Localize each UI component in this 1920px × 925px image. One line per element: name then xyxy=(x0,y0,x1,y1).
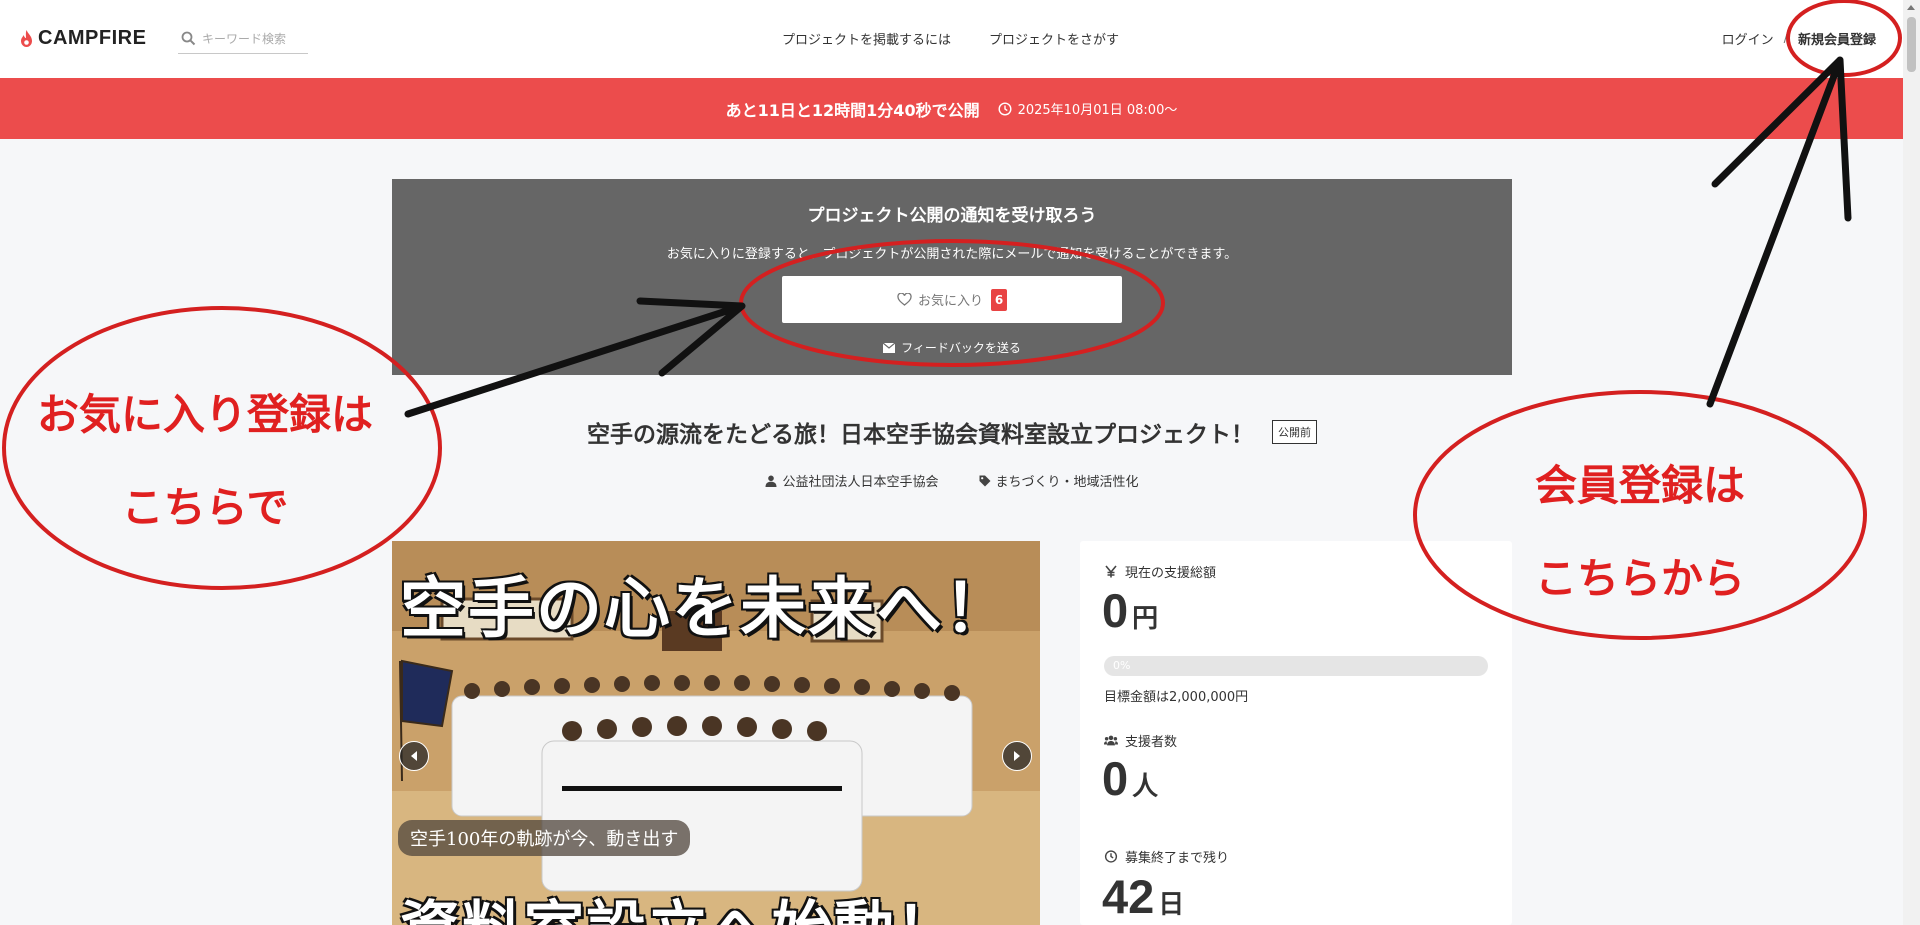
notify-description: お気に入りに登録すると、プロジェクトが公開された際にメールで通知を受けることがで… xyxy=(666,247,1238,262)
progress-percent: 0% xyxy=(1113,659,1131,672)
member-note-line2: こちらから xyxy=(1534,554,1745,603)
remaining-label: 募集終了まで残り xyxy=(1104,847,1229,866)
login-link[interactable]: ログイン xyxy=(1722,29,1774,48)
auth-links: ログイン / 新規会員登録 xyxy=(1722,29,1876,48)
project-title: 空手の源流をたどる旅！日本空手協会資料室設立プロジェクト！ xyxy=(587,422,1254,448)
favorite-count-badge: 6 xyxy=(991,288,1007,311)
category-link[interactable]: まちづくり・地域活性化 xyxy=(979,471,1139,490)
scroll-thumb[interactable] xyxy=(1907,17,1916,72)
project-meta: 公益社団法人日本空手協会 まちづくり・地域活性化 xyxy=(392,471,1512,490)
funding-stats-panel: 現在の支援総額 0 円 0% 目標金額は2,000,000円 支援者数 0 人 … xyxy=(1080,541,1512,925)
favorite-note-line1: お気に入り登録は xyxy=(36,390,373,439)
favorite-note-ellipse xyxy=(2,306,442,590)
project-image-carousel[interactable]: 空手の心を未来へ！ 空手100年の軌跡が今、動き出す 資料室設立へ始動！ xyxy=(392,541,1040,925)
progress-bar: 0% xyxy=(1104,656,1488,676)
search-input[interactable] xyxy=(202,31,307,46)
page-scrollbar[interactable] xyxy=(1903,0,1920,925)
owner-link[interactable]: 公益社団法人日本空手協会 xyxy=(765,471,939,490)
favorite-label: お気に入り xyxy=(917,294,983,309)
campfire-logo[interactable]: CAMPFIRE xyxy=(19,27,146,50)
countdown-text: あと11日と12時間1分40秒で公開 xyxy=(725,100,980,120)
user-icon xyxy=(765,475,777,487)
owner-name: 公益社団法人日本空手協会 xyxy=(782,475,939,490)
signup-link[interactable]: 新規会員登録 xyxy=(1798,29,1876,48)
project-title-row: 空手の源流をたどる旅！日本空手協会資料室設立プロジェクト！ 公開前 xyxy=(392,415,1512,449)
category-name: まちづくり・地域活性化 xyxy=(995,475,1139,490)
favorite-note-line2: こちらで xyxy=(121,483,289,532)
clock-icon xyxy=(998,101,1012,116)
site-header: CAMPFIRE プロジェクトを掲載するには プロジェクトをさがす ログイン /… xyxy=(0,0,1920,78)
nav-find-projects[interactable]: プロジェクトをさがす xyxy=(989,29,1119,48)
hero-bottom-text: 資料室設立へ始動！ xyxy=(400,881,958,925)
scroll-up-arrow-icon[interactable] xyxy=(1907,5,1915,10)
search-icon xyxy=(181,31,196,46)
heart-icon xyxy=(897,293,912,306)
countdown-banner: あと11日と12時間1分40秒で公開 2025年10月01日 08:00〜 xyxy=(0,78,1903,139)
chevron-left-icon xyxy=(411,751,417,761)
member-note-line1: 会員登録は xyxy=(1534,461,1745,510)
backers-count: 0 人 xyxy=(1102,752,1159,805)
notify-panel: プロジェクト公開の通知を受け取ろう お気に入りに登録すると、プロジェクトが公開さ… xyxy=(392,179,1512,375)
feedback-link[interactable]: フィードバックを送る xyxy=(392,339,1512,356)
tag-icon xyxy=(979,475,990,486)
notify-title: プロジェクト公開の通知を受け取ろう xyxy=(807,206,1097,226)
users-icon xyxy=(1104,735,1118,746)
search-box xyxy=(178,24,308,54)
auth-separator: / xyxy=(1783,31,1788,46)
logo-text: CAMPFIRE xyxy=(38,27,147,49)
feedback-label: フィードバックを送る xyxy=(901,341,1021,355)
total-label: 現在の支援総額 xyxy=(1104,562,1216,581)
backers-label: 支援者数 xyxy=(1104,731,1177,750)
clock-icon xyxy=(1104,850,1118,863)
nav-how-to-post[interactable]: プロジェクトを掲載するには xyxy=(782,29,951,48)
carousel-prev-button[interactable] xyxy=(399,741,429,771)
yen-icon xyxy=(1105,565,1117,578)
total-amount: 0 円 xyxy=(1102,584,1159,637)
image-caption: 空手100年の軌跡が今、動き出す xyxy=(398,820,691,856)
flame-icon xyxy=(21,29,32,47)
chevron-right-icon xyxy=(1014,751,1020,761)
goal-amount: 目標金額は2,000,000円 xyxy=(1104,690,1249,705)
favorite-button[interactable]: お気に入り 6 xyxy=(782,276,1122,323)
carousel-next-button[interactable] xyxy=(1002,741,1032,771)
mail-icon xyxy=(883,342,896,353)
remaining-days: 42 日 xyxy=(1102,870,1185,923)
launch-date: 2025年10月01日 08:00〜 xyxy=(1017,103,1178,118)
status-badge: 公開前 xyxy=(1272,420,1317,444)
hero-headline: 空手の心を未来へ！ xyxy=(400,569,1012,647)
